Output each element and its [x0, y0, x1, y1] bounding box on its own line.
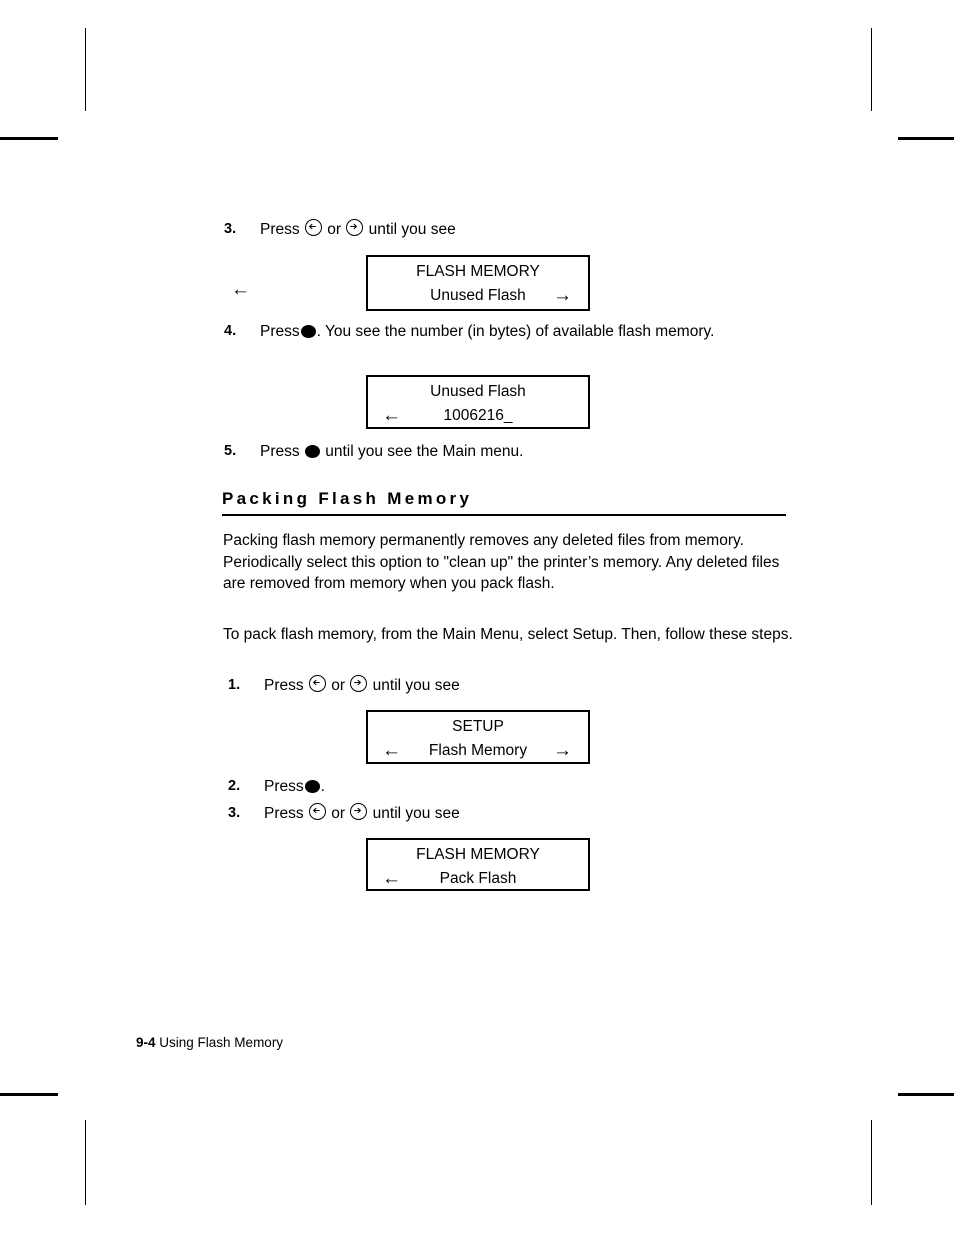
lcd-line-2-text: 1006216_ — [443, 407, 513, 424]
filled-circle-select-key-icon — [304, 780, 320, 793]
step-text-middle: or — [327, 221, 342, 238]
paragraph-pack-instructions: To pack flash memory, from the Main Menu… — [223, 626, 793, 643]
step-text-before: Press — [264, 805, 304, 822]
step-text: Press . You see the number (in bytes) of … — [224, 321, 784, 342]
lcd-display-setup-flash-memory: SETUP ← Flash Memory → — [366, 710, 590, 764]
page-footer: 9-4 Using Flash Memory — [136, 1035, 283, 1050]
lcd-right-arrow-icon: → — [553, 285, 572, 306]
circled-right-arrow-icon — [346, 219, 364, 236]
lcd-line-1-text: Unused Flash — [430, 383, 526, 400]
lcd-display-unused-flash-value: Unused Flash ← 1006216_ — [366, 375, 590, 429]
step-text: Press or until you see — [228, 803, 460, 824]
step-text: Press. — [228, 776, 325, 797]
step-text-after: . You see the number (in bytes) of avail… — [316, 323, 715, 340]
step-item: 1. Press or until you see — [228, 675, 460, 696]
step-item: 5. Press until you see the Main menu. — [224, 441, 523, 462]
lcd-line-1: FLASH MEMORY — [368, 840, 588, 867]
lcd-line-2: Unused Flash → — [368, 284, 588, 308]
paragraph-packing-description: Packing flash memory permanently removes… — [223, 532, 780, 592]
circled-left-arrow-icon — [308, 803, 326, 820]
section-heading: Packing Flash Memory — [222, 489, 473, 508]
lcd-line-2-text: Unused Flash — [430, 287, 526, 304]
step-text-before: Press — [260, 443, 300, 460]
footer-chapter-title: Using Flash Memory — [159, 1035, 284, 1050]
page-content: 3. Press or until you see ← FLASH MEMORY… — [0, 0, 954, 1235]
step-text-after: until you see the Main menu. — [325, 443, 524, 460]
step-text-middle: or — [331, 677, 346, 694]
step-text-after: . — [320, 778, 325, 795]
footer-page-number: 9-4 — [136, 1035, 156, 1050]
circled-left-arrow-icon — [304, 219, 322, 236]
step-number: 1. — [228, 677, 241, 693]
circled-right-arrow-icon — [350, 803, 368, 820]
lcd-line-1-text: FLASH MEMORY — [416, 263, 540, 280]
step-text-before: Press — [260, 221, 300, 238]
lcd-right-arrow-icon: → — [553, 740, 572, 761]
step-text: Press or until you see — [228, 675, 460, 696]
lcd-line-1: SETUP — [368, 712, 588, 739]
lcd-left-arrow-icon: ← — [382, 405, 401, 426]
lcd-line-1: Unused Flash — [368, 377, 588, 404]
lcd-line-2: ← Pack Flash — [368, 867, 588, 891]
step-text: Press or until you see — [224, 219, 456, 240]
step-item: 2. Press. — [228, 776, 325, 797]
step-text-before: Press — [264, 677, 304, 694]
step-text: Press until you see the Main menu. — [224, 441, 523, 462]
step-text-before: Press — [264, 778, 304, 795]
lcd-line-2: ← 1006216_ — [368, 404, 588, 428]
lcd-line-1: FLASH MEMORY — [368, 257, 588, 284]
lcd-line-2-text: Pack Flash — [439, 870, 517, 887]
step-text-middle: or — [331, 805, 346, 822]
step-text-after: until you see — [372, 805, 460, 822]
lcd-display-flash-memory-unused-flash: FLASH MEMORY Unused Flash → — [366, 255, 590, 311]
lcd-line-1-text: SETUP — [452, 718, 504, 735]
section-heading-rule — [222, 514, 786, 516]
lcd-line-2-text: Flash Memory — [428, 742, 528, 759]
lcd-display-flash-memory-pack-flash: FLASH MEMORY ← Pack Flash — [366, 838, 590, 891]
lcd-left-arrow-icon: ← — [382, 740, 401, 761]
lcd-line-2: ← Flash Memory → — [368, 739, 588, 763]
filled-circle-select-key-icon — [304, 445, 320, 458]
lcd-left-arrow-icon: ← — [382, 868, 401, 889]
lcd-line-1-text: FLASH MEMORY — [416, 846, 540, 863]
step-number: 3. — [224, 221, 237, 237]
step-number: 3. — [228, 805, 241, 821]
circled-left-arrow-icon — [308, 675, 326, 692]
circled-right-arrow-icon — [350, 675, 368, 692]
step-text-before: Press — [260, 323, 300, 340]
step-number: 4. — [224, 323, 237, 339]
step-text-after: until you see — [372, 677, 460, 694]
step-item: 3. Press or until you see — [224, 219, 456, 240]
step-item: 4. Press . You see the number (in bytes) … — [224, 321, 784, 342]
step-number: 5. — [224, 443, 237, 459]
stray-left-arrow-icon: ← — [231, 279, 250, 300]
filled-circle-select-key-icon — [300, 325, 316, 338]
step-item: 3. Press or until you see — [228, 803, 460, 824]
step-text-after: until you see — [368, 221, 456, 238]
step-number: 2. — [228, 778, 241, 794]
